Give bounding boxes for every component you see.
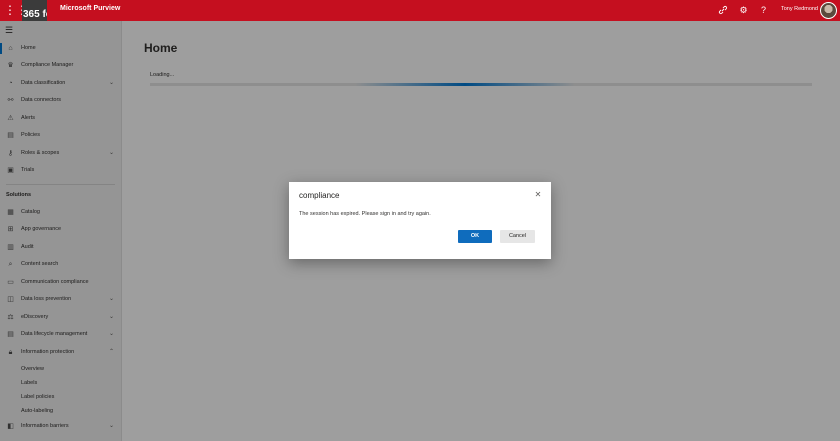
gear-icon[interactable]: ⚙ bbox=[738, 5, 749, 16]
session-expired-dialog: compliance ✕ The session has expired. Pl… bbox=[289, 182, 551, 259]
logo-text: 365 for bbox=[23, 9, 47, 20]
ok-button[interactable]: OK bbox=[458, 230, 492, 243]
close-icon[interactable]: ✕ bbox=[533, 190, 543, 200]
top-bar: ⋮⋮⋮ 365 for Microsoft Purview ⚙ ? Tony R… bbox=[0, 0, 840, 21]
app-title[interactable]: Microsoft Purview bbox=[60, 5, 120, 12]
dialog-message: The session has expired. Please sign in … bbox=[299, 211, 431, 217]
link-icon[interactable] bbox=[717, 5, 728, 16]
user-name[interactable]: Tony Redmond bbox=[781, 6, 818, 12]
avatar[interactable] bbox=[820, 2, 837, 19]
help-icon[interactable]: ? bbox=[758, 5, 769, 16]
dialog-title: compliance bbox=[299, 191, 340, 200]
app-launcher-icon[interactable]: ⋮⋮⋮ bbox=[4, 4, 40, 17]
cancel-button[interactable]: Cancel bbox=[500, 230, 535, 243]
tenant-logo[interactable]: 365 for bbox=[22, 0, 47, 21]
